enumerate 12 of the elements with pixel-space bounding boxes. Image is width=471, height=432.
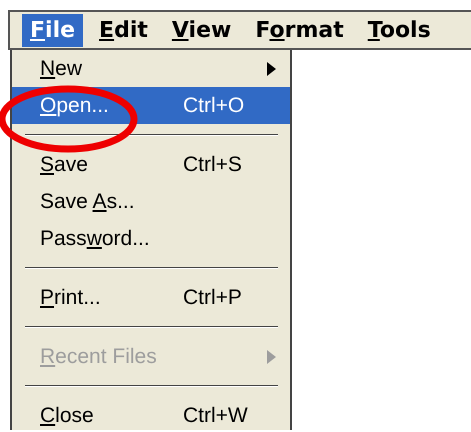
menu-item[interactable]: Open... Ctrl+O [12,87,290,124]
menu-title[interactable]: View [164,14,240,46]
menu-item[interactable]: Save As... [12,183,290,220]
menu-item[interactable]: Print... Ctrl+P [12,279,290,316]
menu-item[interactable]: Password... [12,220,290,257]
menu-item[interactable]: New [12,50,290,87]
menu-item[interactable]: Save Ctrl+S [12,146,290,183]
menu-title[interactable]: Tools [360,14,439,46]
menu-item[interactable]: Close Ctrl+W [12,397,290,432]
menu-title[interactable]: Format [247,14,352,46]
menu-title[interactable]: Edit [91,14,156,46]
menu-title[interactable]: File [22,14,84,46]
